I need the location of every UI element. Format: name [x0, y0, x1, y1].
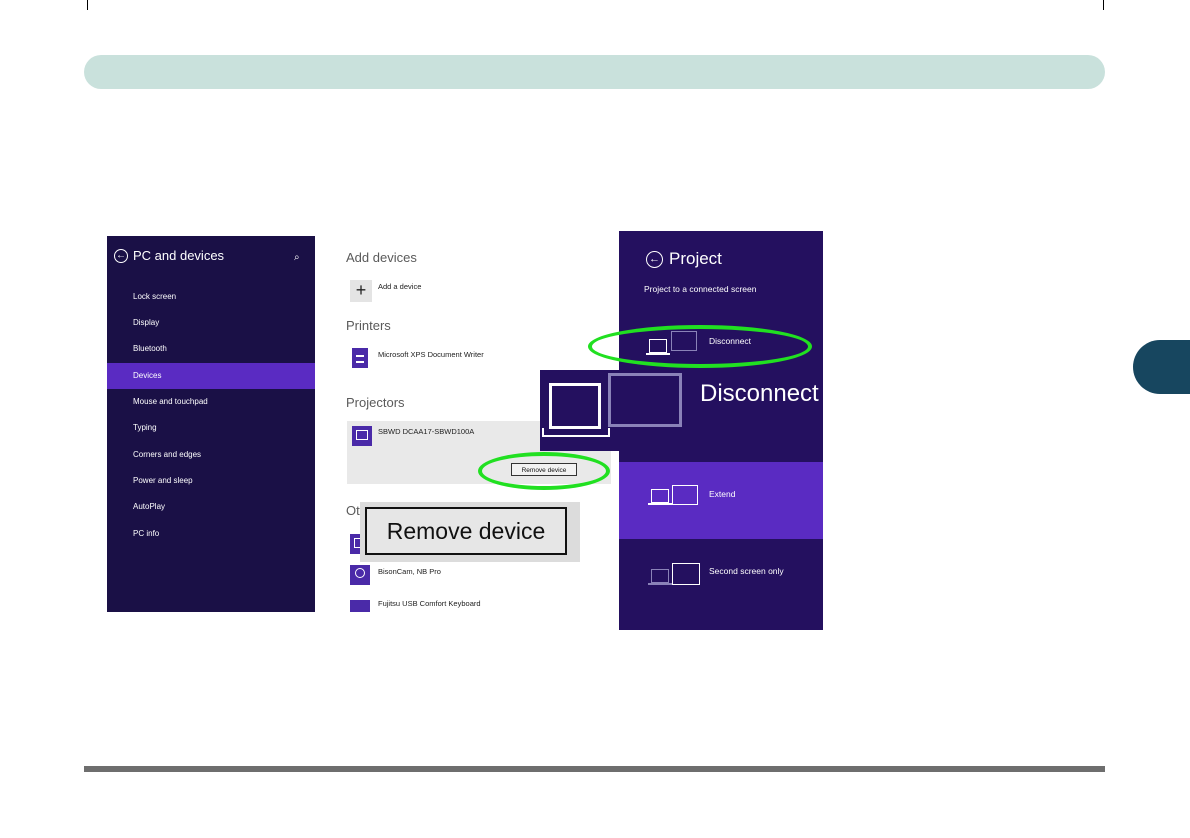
highlight-oval-disconnect: [588, 325, 812, 368]
extend-laptop-icon: [651, 489, 669, 503]
projectors-heading: Projectors: [346, 395, 405, 410]
panel-title: PC and devices: [133, 248, 225, 263]
printer-document-icon: [352, 348, 368, 368]
monitor-icon: [352, 426, 372, 446]
zoomed-laptop-base: [542, 428, 610, 437]
add-devices-heading: Add devices: [346, 250, 417, 265]
crop-mark-left: [87, 0, 88, 10]
zoomed-disconnect-callout: Disconnect: [540, 370, 823, 451]
extend-screen-icon: [672, 485, 698, 505]
other-devices-heading: Ot: [346, 503, 360, 518]
project-title: Project: [669, 249, 722, 268]
zoomed-remove-callout: Remove device: [360, 502, 580, 562]
zoomed-screen-icon: [608, 373, 682, 427]
keyboard-icon: [350, 600, 370, 612]
add-device-label[interactable]: Add a device: [378, 282, 421, 291]
second-screen-laptop-base: [648, 583, 672, 585]
extend-laptop-base: [648, 503, 672, 505]
nav-item-mouse-and-touchpad[interactable]: Mouse and touchpad: [107, 389, 315, 415]
nav-item-autoplay[interactable]: AutoPlay: [107, 494, 315, 520]
printer-name[interactable]: Microsoft XPS Document Writer: [378, 350, 484, 359]
printers-heading: Printers: [346, 318, 391, 333]
footer-rule: [84, 766, 1105, 772]
nav-item-corners-and-edges[interactable]: Corners and edges: [107, 442, 315, 468]
other-device-2[interactable]: Fujitsu USB Comfort Keyboard: [378, 599, 481, 608]
chapter-tab: [1133, 340, 1190, 394]
page-header-bar: [84, 55, 1105, 89]
projector-name[interactable]: SBWD DCAA17-SBWD100A: [378, 427, 474, 436]
nav-item-pc-info[interactable]: PC info: [107, 521, 315, 547]
nav-item-bluetooth[interactable]: Bluetooth: [107, 336, 315, 362]
zoomed-disconnect-label: Disconnect: [700, 380, 819, 407]
second-screen-laptop-icon: [651, 569, 669, 583]
project-back-icon[interactable]: ←: [646, 251, 663, 268]
nav-item-display[interactable]: Display: [107, 310, 315, 336]
nav-item-typing[interactable]: Typing: [107, 415, 315, 441]
nav-item-power-and-sleep[interactable]: Power and sleep: [107, 468, 315, 494]
second-screen-only-option[interactable]: Second screen only: [709, 566, 784, 576]
other-device-1[interactable]: BisonCam, NB Pro: [378, 567, 441, 576]
nav-item-lock-screen[interactable]: Lock screen: [107, 284, 315, 310]
extend-option-row[interactable]: [619, 462, 823, 539]
nav-item-devices[interactable]: Devices: [107, 363, 315, 389]
add-device-plus-icon[interactable]: +: [350, 280, 372, 302]
back-arrow-icon[interactable]: ←: [114, 249, 128, 263]
crop-mark-right: [1103, 0, 1104, 10]
zoomed-laptop-icon: [549, 383, 601, 429]
highlight-oval-remove: [478, 452, 610, 490]
webcam-icon: [350, 565, 370, 585]
second-screen-icon: [672, 563, 700, 585]
extend-option[interactable]: Extend: [709, 489, 735, 499]
search-icon[interactable]: ⌕: [294, 252, 300, 263]
pc-and-devices-panel: ← PC and devices ⌕ Lock screen Display B…: [107, 236, 315, 612]
zoomed-remove-device-button: Remove device: [365, 507, 567, 555]
project-subtitle: Project to a connected screen: [644, 284, 757, 294]
